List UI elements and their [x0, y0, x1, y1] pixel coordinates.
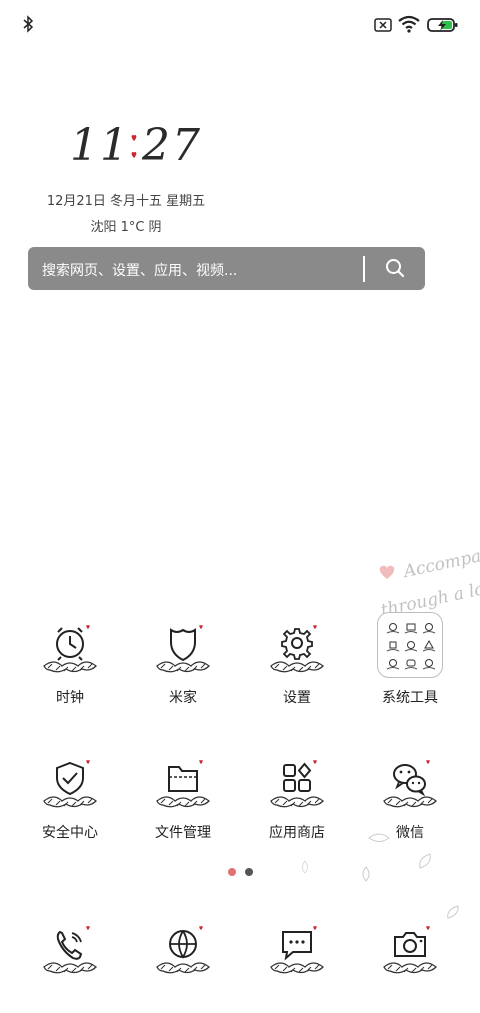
- bluetooth-icon: [23, 15, 34, 33]
- alarm-clock-icon: [43, 625, 97, 673]
- dock-messages[interactable]: [240, 923, 350, 1013]
- folder-preview: [384, 619, 438, 673]
- message-icon: [270, 926, 324, 974]
- no-sim-icon: [374, 18, 392, 32]
- dock-camera[interactable]: [353, 923, 463, 1013]
- leaf-decoration-icon: [447, 905, 459, 919]
- status-bar: [0, 0, 480, 50]
- date-text: 12月21日 冬月十五 星期五: [46, 194, 206, 209]
- clock-minutes: 27: [142, 120, 202, 171]
- app-settings[interactable]: 设置: [240, 622, 350, 732]
- wechat-icon: [383, 760, 437, 808]
- mini-app-icon: [422, 659, 436, 670]
- app-label: 设置: [283, 690, 311, 706]
- search-bar[interactable]: 搜索网页、设置、应用、视频...: [28, 247, 425, 290]
- mini-app-icon: [386, 659, 400, 670]
- search-placeholder: 搜索网页、设置、应用、视频...: [42, 263, 238, 279]
- app-clock[interactable]: 时钟: [13, 622, 123, 732]
- heart-colon-icon: [131, 135, 137, 158]
- security-check-icon: [43, 760, 97, 808]
- mini-app-icon: [386, 623, 400, 634]
- app-label: 米家: [169, 690, 197, 706]
- app-label: 应用商店: [269, 825, 325, 841]
- file-folder-icon: [156, 760, 210, 808]
- wallpaper-text: Accompany through a lo: [378, 540, 480, 620]
- heart-icon: [379, 565, 395, 579]
- search-divider: [363, 256, 365, 282]
- phone-icon: [43, 926, 97, 974]
- shield-icon: [156, 625, 210, 673]
- app-label: 文件管理: [155, 825, 211, 841]
- search-icon[interactable]: [385, 258, 405, 278]
- gear-icon: [270, 625, 324, 673]
- page-indicator-dot-active[interactable]: [228, 868, 236, 876]
- mini-app-icon: [422, 639, 436, 652]
- weather-text: 沈阳 1°C 阴: [90, 220, 162, 235]
- app-wechat[interactable]: 微信: [353, 757, 463, 867]
- mini-app-icon: [422, 623, 436, 634]
- dock-phone[interactable]: [13, 923, 123, 1013]
- app-file-manager[interactable]: 文件管理: [126, 757, 236, 867]
- app-label: 时钟: [56, 690, 84, 706]
- dock-browser[interactable]: [126, 923, 236, 1013]
- app-store-icon: [270, 760, 324, 808]
- wifi-icon: [398, 15, 420, 33]
- app-label: 微信: [396, 825, 424, 841]
- browser-globe-icon: [156, 926, 210, 974]
- mini-app-icon: [404, 623, 418, 634]
- page-indicator-dot[interactable]: [245, 868, 253, 876]
- leaf-decoration-icon: [362, 866, 370, 882]
- app-security-center[interactable]: 安全中心: [13, 757, 123, 867]
- app-app-store[interactable]: 应用商店: [240, 757, 350, 867]
- mini-app-icon: [386, 641, 400, 652]
- battery-charging-icon: [427, 18, 458, 32]
- folder-system-tools[interactable]: [377, 612, 443, 678]
- mini-app-icon: [404, 641, 418, 652]
- camera-icon: [383, 926, 437, 974]
- mini-app-icon: [404, 659, 418, 670]
- app-mijia[interactable]: 米家: [126, 622, 236, 732]
- app-label: 安全中心: [42, 825, 98, 841]
- clock-widget[interactable]: 11 27: [66, 120, 216, 180]
- wallpaper-text-line1: Accompany: [402, 541, 480, 583]
- clock-hours: 11: [70, 120, 130, 171]
- folder-label: 系统工具: [382, 690, 438, 706]
